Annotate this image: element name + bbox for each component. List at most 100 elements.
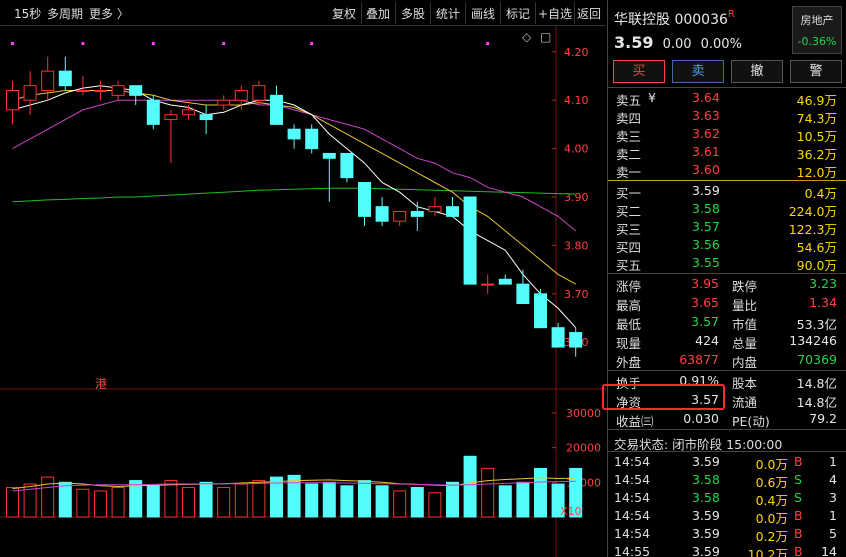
statistics-button[interactable]: 统计	[436, 5, 460, 22]
bid-row-2[interactable]: 买二 3.58 224.0万	[608, 200, 846, 219]
cancel-order-button[interactable]: 撤	[731, 60, 783, 83]
candle-body	[41, 70, 55, 92]
candles	[6, 56, 583, 357]
rzrq-flag: R	[727, 9, 735, 20]
volume-bar	[340, 485, 354, 518]
volume-bar	[428, 492, 442, 518]
bid-row-4[interactable]: 买四 3.56 54.6万	[608, 236, 846, 255]
fuquan-button[interactable]: 复权	[332, 5, 356, 22]
sell-button[interactable]: 卖	[672, 60, 724, 83]
volume-bar	[322, 481, 336, 518]
tick-row: 14:54 3.58 0.6万 S 4	[614, 472, 837, 490]
ask-row-4[interactable]: 卖四 3.63 74.3万	[608, 107, 846, 126]
rmb-icon: ¥	[648, 90, 656, 105]
overlay-button[interactable]: 叠加	[366, 5, 390, 22]
candle-body	[234, 90, 248, 101]
candle-body	[217, 99, 231, 106]
price-change: 0.00	[662, 37, 692, 52]
candle-body	[199, 114, 213, 121]
divider	[608, 273, 846, 274]
mark-button[interactable]: 标记	[506, 5, 530, 22]
add-watchlist-button[interactable]: +自选	[538, 5, 572, 22]
bid-row-5[interactable]: 买五 3.55 90.0万	[608, 254, 846, 273]
price-tick-label: 3.90	[564, 191, 589, 204]
event-dot	[11, 42, 14, 45]
volume-bar	[446, 481, 459, 518]
event-dot	[310, 42, 314, 45]
candle-body	[516, 283, 530, 304]
event-dot	[81, 42, 85, 45]
price-tick-label: 4.20	[564, 46, 589, 59]
candle-body	[287, 128, 301, 140]
candle-body	[270, 94, 283, 125]
multi-period-button[interactable]: 多周期	[47, 5, 83, 22]
stock-name-line: 华联控股 000036R	[614, 9, 735, 29]
spread-divider	[608, 180, 846, 181]
volume-bar	[252, 480, 266, 518]
sector-name: 房地产	[800, 14, 834, 27]
price-change-pct: 0.00%	[700, 37, 742, 52]
price-axis: 4.204.104.003.903.803.703.60	[552, 46, 589, 349]
moving-average-lines	[12, 85, 577, 329]
ask-row-3[interactable]: 卖三 3.62 10.5万	[608, 125, 846, 144]
candle-body	[111, 85, 125, 96]
candle-body	[182, 109, 195, 116]
ma20-line	[12, 99, 577, 232]
toolbar-divider	[465, 2, 466, 24]
volume-bar	[358, 480, 371, 518]
bid-row-3[interactable]: 买三 3.57 122.3万	[608, 218, 846, 237]
price-tick-label: 3.70	[564, 288, 589, 301]
alert-button[interactable]: 警	[790, 60, 842, 83]
toolbar-divider	[574, 2, 575, 24]
last-price: 3.59	[614, 33, 654, 52]
ask-row-5[interactable]: 卖五 ¥3.64 46.9万	[608, 89, 846, 108]
stats-row: 收益㈢ 0.030 PE(动) 79.2	[616, 411, 837, 429]
candle-body	[375, 206, 389, 222]
event-dot	[222, 42, 226, 45]
sector-change: -0.36%	[797, 35, 837, 48]
stock-name: 华联控股	[614, 12, 670, 28]
candle-body	[129, 85, 143, 96]
kline-chart[interactable]: 4.204.104.003.903.803.703.60 30000200001…	[0, 26, 606, 557]
candle-body	[446, 206, 459, 217]
stats-row: 涨停 3.95 跌停 3.23	[616, 276, 837, 294]
square-icon[interactable]: □	[540, 30, 551, 44]
volume-bar	[287, 474, 301, 518]
draw-line-button[interactable]: 画线	[471, 5, 495, 22]
volume-bar	[393, 490, 407, 518]
tick-row: 14:54 3.59 0.0万 B 1	[614, 508, 837, 526]
candle-body	[146, 99, 160, 125]
candle-body	[534, 293, 547, 329]
volume-bar	[375, 485, 389, 518]
diamond-icon[interactable]: ◇	[522, 30, 532, 44]
stats-row: 现量 424 总量 134246	[616, 333, 837, 351]
divider	[608, 429, 846, 430]
ask-row-2[interactable]: 卖二 3.61 36.2万	[608, 143, 846, 162]
period-selector[interactable]: 15秒	[14, 5, 41, 22]
toolbar-divider	[361, 2, 362, 24]
ask-row-1[interactable]: 卖一 3.60 12.0万	[608, 161, 846, 180]
volume-bar	[481, 467, 495, 518]
toolbar-divider	[395, 2, 396, 24]
ma60-line	[12, 187, 576, 203]
sector-box[interactable]: 房地产 -0.36%	[792, 6, 842, 54]
candle-body	[498, 278, 512, 285]
tick-row: 14:55 3.59 10.2万 B 14	[614, 544, 837, 557]
candle-body	[322, 152, 336, 159]
divider	[608, 451, 846, 452]
hk-marker: 港	[95, 377, 107, 391]
bid-row-1[interactable]: 买一 3.59 0.4万	[608, 182, 846, 201]
stats-row: 最高 3.65 量比 1.34	[616, 295, 837, 313]
candle-body	[252, 85, 266, 101]
more-button[interactable]: 更多 〉	[89, 5, 129, 22]
tick-row: 14:54 3.59 0.0万 B 1	[614, 454, 837, 472]
multi-stock-button[interactable]: 多股	[401, 5, 425, 22]
ma10-line	[12, 90, 576, 285]
price-tick-label: 4.00	[564, 143, 589, 156]
buy-button[interactable]: 买	[613, 60, 665, 83]
highlight-box	[602, 384, 725, 410]
back-button[interactable]: 返回	[577, 5, 601, 22]
toolbar-divider	[500, 2, 501, 24]
candle-body	[410, 211, 424, 217]
volume-bar	[410, 487, 424, 518]
